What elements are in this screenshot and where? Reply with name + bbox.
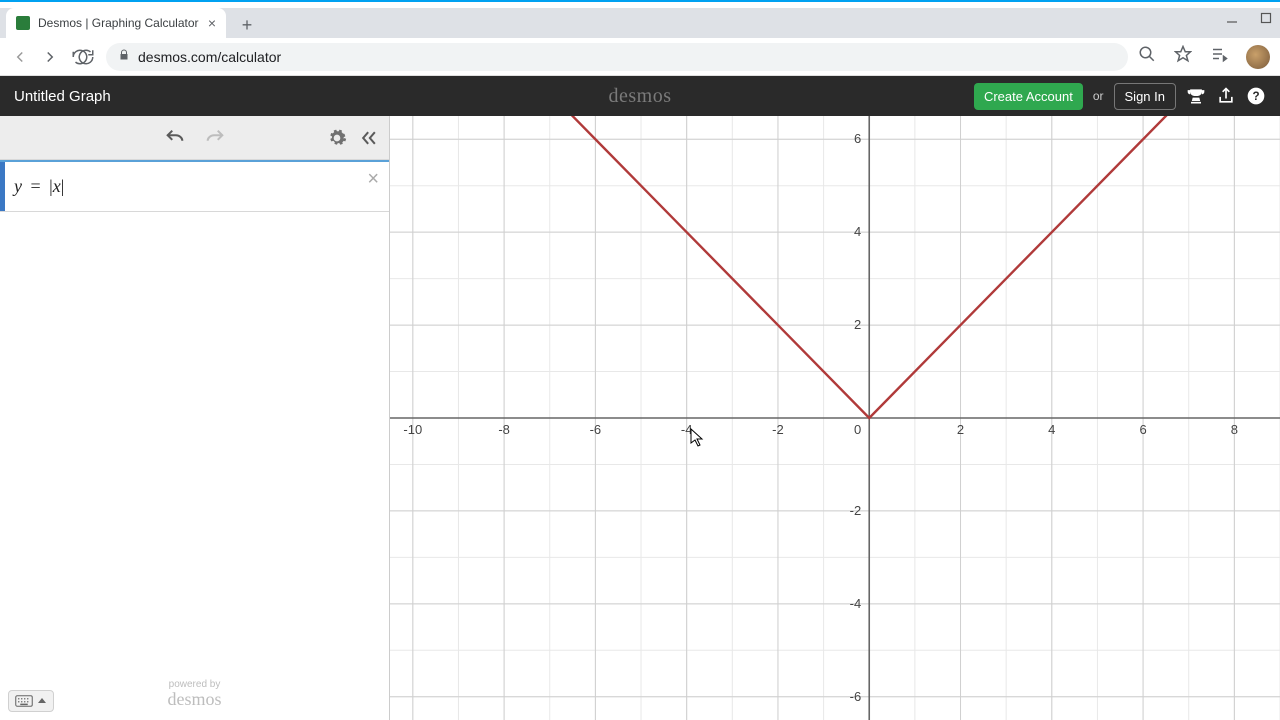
app-header: Untitled Graph desmos Create Account or … (0, 76, 1280, 116)
svg-text:-6: -6 (590, 422, 602, 437)
trophy-icon[interactable] (1186, 86, 1206, 106)
svg-text:?: ? (1252, 90, 1259, 103)
svg-text:-4: -4 (681, 422, 693, 437)
powered-by: powered by desmos (168, 679, 222, 710)
keyboard-toggle[interactable] (8, 690, 54, 712)
help-icon[interactable]: ? (1246, 86, 1266, 106)
sign-in-button[interactable]: Sign In (1114, 83, 1176, 110)
browser-tabstrip: Desmos | Graphing Calculator × + (0, 8, 1280, 38)
sidebar-toolbar (0, 116, 389, 160)
address-bar[interactable]: desmos.com/calculator (106, 43, 1128, 71)
url-text: desmos.com/calculator (138, 49, 281, 65)
lock-icon (118, 49, 130, 64)
expression-sidebar: y = |x| × powered by desmos (0, 116, 390, 720)
brand-logo: desmos (609, 85, 672, 108)
browser-toolbar: desmos.com/calculator (0, 38, 1280, 76)
tab-title: Desmos | Graphing Calculator (38, 16, 202, 30)
create-account-button[interactable]: Create Account (974, 83, 1083, 110)
graph-title[interactable]: Untitled Graph (14, 88, 111, 105)
expression-row[interactable]: y = |x| × (0, 160, 389, 212)
tab-close-icon[interactable]: × (208, 15, 216, 31)
tab-favicon (16, 16, 30, 30)
svg-text:2: 2 (854, 317, 861, 332)
svg-text:-8: -8 (498, 422, 510, 437)
or-text: or (1093, 89, 1104, 103)
expression-text: y = |x| (14, 176, 64, 197)
svg-text:-10: -10 (403, 422, 422, 437)
graph-canvas[interactable]: -10 -8 -6 -4 -2 2 4 6 8 -6 -4 -2 2 4 6 0 (390, 116, 1280, 720)
svg-text:2: 2 (957, 422, 964, 437)
svg-text:8: 8 (1231, 422, 1238, 437)
delete-expression-icon[interactable]: × (367, 168, 379, 191)
svg-text:4: 4 (854, 224, 861, 239)
redo-icon[interactable] (204, 127, 226, 149)
media-control-icon[interactable] (1210, 45, 1228, 68)
minimize-button[interactable] (1226, 12, 1238, 27)
zoom-icon[interactable] (1138, 45, 1156, 68)
svg-text:-2: -2 (772, 422, 784, 437)
window-controls (1226, 12, 1272, 27)
settings-gear-icon[interactable] (327, 128, 347, 148)
nav-back-icon[interactable] (10, 47, 30, 67)
svg-text:-4: -4 (850, 596, 862, 611)
undo-icon[interactable] (164, 127, 186, 149)
svg-text:-6: -6 (850, 689, 862, 704)
profile-avatar[interactable] (1246, 45, 1270, 69)
collapse-sidebar-icon[interactable] (359, 128, 379, 148)
reload-icon-alt[interactable] (76, 47, 96, 67)
svg-text:4: 4 (1048, 422, 1055, 437)
maximize-button[interactable] (1260, 12, 1272, 27)
browser-tab-active[interactable]: Desmos | Graphing Calculator × (6, 8, 226, 38)
svg-text:-2: -2 (850, 503, 862, 518)
share-icon[interactable] (1216, 86, 1236, 106)
bookmark-star-icon[interactable] (1174, 45, 1192, 68)
nav-forward-icon[interactable] (40, 47, 60, 67)
svg-text:0: 0 (854, 422, 861, 437)
svg-text:6: 6 (1139, 422, 1146, 437)
new-tab-button[interactable]: + (234, 12, 260, 38)
svg-text:6: 6 (854, 131, 861, 146)
